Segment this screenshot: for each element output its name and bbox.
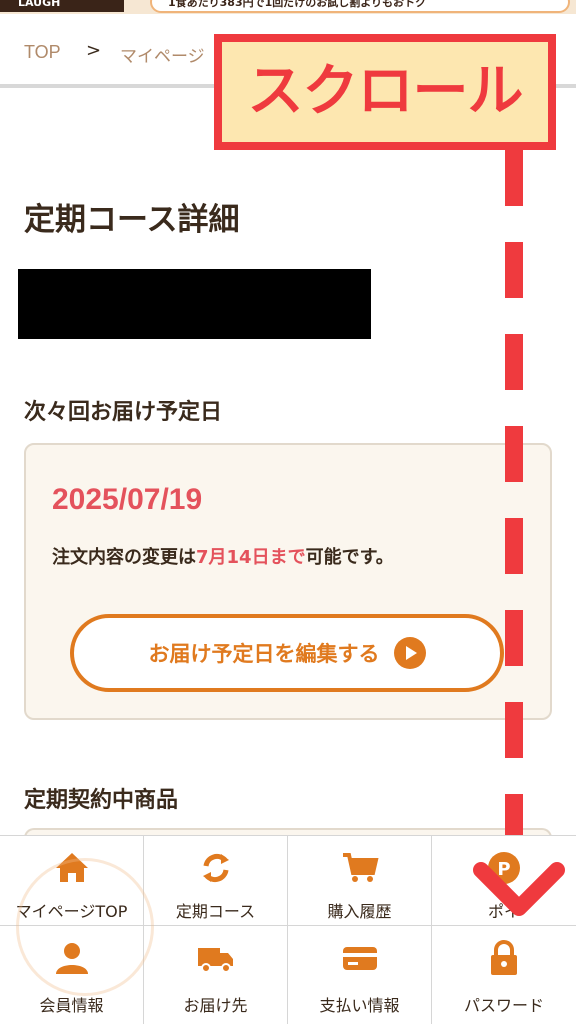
nav-label: 購入履歴: [327, 902, 392, 921]
scroll-annotation-text: スクロール: [247, 59, 524, 124]
breadcrumb-mypage-link[interactable]: マイページ: [120, 42, 205, 67]
banner-text: 1食あたり383円で1回だけのお試し割よりもおトク: [150, 0, 570, 13]
scroll-down-arrow-icon: [473, 862, 565, 916]
nav-item-mypage-top[interactable]: マイページTOP: [0, 836, 144, 926]
redacted-block: [18, 269, 371, 339]
scroll-dashed-line: [505, 150, 523, 870]
next-delivery-heading: 次々回お届け予定日: [24, 400, 223, 425]
lock-icon: [484, 938, 524, 978]
delivery-card: 2025/07/19 注文内容の変更は7月14日まで可能です。 お届け予定日を編…: [24, 443, 552, 720]
breadcrumb-separator: >: [86, 40, 102, 61]
delivery-date: 2025/07/19: [52, 483, 203, 516]
edit-delivery-date-button[interactable]: お届け予定日を編集する: [70, 614, 504, 692]
note-prefix: 注文内容の変更は: [52, 547, 196, 568]
nav-label: パスワード: [463, 996, 544, 1015]
credit-card-icon: [340, 938, 380, 978]
edit-delivery-date-label: お届け予定日を編集する: [148, 642, 380, 666]
scroll-annotation: スクロール: [214, 34, 556, 150]
truck-icon: [196, 938, 236, 978]
products-heading: 定期契約中商品: [24, 788, 179, 813]
nav-item-subscription[interactable]: 定期コース: [144, 836, 288, 926]
nav-label: 支払い情報: [319, 996, 400, 1015]
breadcrumb-top-link[interactable]: TOP: [24, 42, 61, 63]
nav-item-password[interactable]: パスワード: [432, 926, 576, 1024]
nav-item-payment-info[interactable]: 支払い情報: [288, 926, 432, 1024]
note-deadline: 7月14日まで: [196, 547, 306, 568]
nav-label: 会員情報: [39, 996, 104, 1015]
nav-item-purchase-history[interactable]: 購入履歴: [288, 836, 432, 926]
nav-item-member-info[interactable]: 会員情報: [0, 926, 144, 1024]
home-icon: [52, 848, 92, 888]
nav-label: マイページTOP: [15, 902, 128, 921]
nav-label: お届け先: [183, 996, 248, 1015]
cart-icon: [340, 848, 380, 888]
banner-tag: LAUGH: [0, 0, 124, 12]
promo-banner[interactable]: LAUGH 1食あたり383円で1回だけのお試し割よりもおトク: [0, 0, 576, 14]
nav-label: 定期コース: [175, 902, 256, 921]
page-title: 定期コース詳細: [24, 202, 240, 238]
play-circle-icon: [393, 637, 426, 669]
change-deadline-note: 注文内容の変更は7月14日まで可能です。: [52, 543, 394, 569]
nav-item-delivery-address[interactable]: お届け先: [144, 926, 288, 1024]
user-icon: [52, 938, 92, 978]
note-suffix: 可能です。: [305, 547, 394, 568]
refresh-icon: [196, 848, 236, 888]
